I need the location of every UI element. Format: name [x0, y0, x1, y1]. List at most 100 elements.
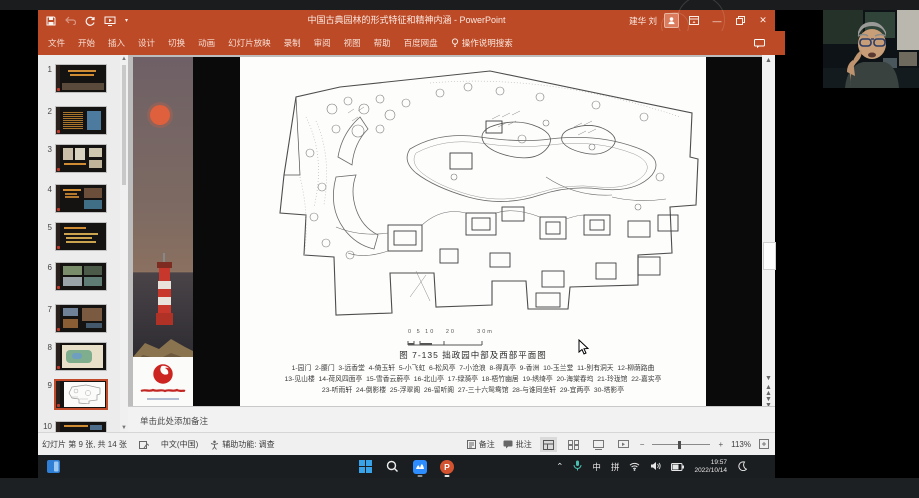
slide-thumbnail-10[interactable]: [56, 422, 106, 432]
slide-number: 3: [38, 145, 52, 154]
account-avatar-icon[interactable]: [664, 13, 679, 28]
reading-view-button[interactable]: [590, 437, 607, 452]
tab-file[interactable]: 文件: [48, 37, 65, 49]
taskbar-clock[interactable]: 19:57 2022/10/14: [694, 459, 727, 474]
slide-thumbnail-1[interactable]: [56, 65, 106, 92]
windows-taskbar: P ⌃ 中 拼 19:57 2022/10/14: [38, 455, 775, 478]
normal-view-button[interactable]: [540, 437, 557, 452]
speaker-icon[interactable]: [650, 458, 661, 476]
university-logo: [133, 357, 193, 406]
tab-transitions[interactable]: 切换: [168, 37, 185, 49]
scroll-up-icon[interactable]: ▲: [120, 56, 128, 62]
taskbar-time: 19:57: [711, 459, 727, 466]
thumbnail-row: 3: [38, 145, 128, 172]
plan-scale-label: 0 5 10 20 30m: [408, 329, 494, 335]
minimize-button[interactable]: —: [709, 13, 725, 28]
notes-placeholder[interactable]: 单击此处添加备注: [140, 415, 208, 427]
microphone-icon[interactable]: [573, 458, 582, 476]
ribbon-display-options-button[interactable]: [686, 13, 702, 28]
thumbnail-row: 7: [38, 305, 128, 332]
zoom-in-button[interactable]: +: [718, 440, 723, 449]
start-slideshow-icon[interactable]: [104, 16, 116, 26]
thumbnail-row: 10: [38, 422, 128, 432]
slide-thumbnail-8[interactable]: [56, 343, 106, 370]
screen: 中国古典园林的形式特征和精神内涵 - PowerPoint ▾ 建华 刘 — ✕…: [0, 0, 919, 498]
slide-canvas[interactable]: 0 5 10 20 30m 图 7-135 拙政园中部及西部平面图 1-园门 2…: [133, 57, 762, 406]
focus-assist-moon-icon[interactable]: [737, 458, 747, 476]
redo-icon[interactable]: [85, 16, 95, 26]
fit-to-window-button[interactable]: [759, 439, 769, 451]
battery-icon[interactable]: [671, 458, 684, 476]
accessibility-status[interactable]: 辅助功能: 调查: [210, 439, 274, 450]
tab-animations[interactable]: 动画: [198, 37, 215, 49]
editing-scrollbar[interactable]: ▲ ▼ ▲▲ ▼▼: [762, 55, 775, 406]
search-icon[interactable]: [385, 459, 400, 474]
scroll-up-icon[interactable]: ▲: [762, 55, 775, 67]
slide-number: 4: [38, 185, 52, 194]
notes-pane[interactable]: 单击此处添加备注: [128, 406, 775, 433]
tab-record[interactable]: 录制: [284, 37, 301, 49]
start-button[interactable]: [358, 459, 373, 474]
tray-expand-icon[interactable]: ⌃: [556, 461, 563, 472]
thumbnail-row: 5: [38, 223, 128, 250]
tab-home[interactable]: 开始: [78, 37, 95, 49]
plan-legend-line-2: 13-见山楼 14-荷风四面亭 15-雪香云蔚亭 16-北山亭 17-绿漪亭 1…: [240, 373, 706, 383]
garden-plan-image[interactable]: 0 5 10 20 30m 图 7-135 拙政园中部及西部平面图 1-园门 2…: [240, 57, 706, 406]
slide-thumbnail-4[interactable]: [56, 185, 106, 212]
taskbar-date: 2022/10/14: [694, 467, 727, 474]
tab-design[interactable]: 设计: [138, 37, 155, 49]
sunset-photo: [133, 57, 193, 272]
language-status[interactable]: 中文(中国): [161, 439, 198, 450]
slide-thumbnail-panel: 1 2 3: [38, 55, 128, 432]
undo-icon[interactable]: [65, 16, 76, 25]
zoom-out-button[interactable]: −: [640, 440, 645, 449]
powerpoint-taskbar-icon[interactable]: P: [439, 459, 454, 474]
zoom-slider[interactable]: [652, 444, 710, 445]
slide-thumbnail-7[interactable]: [56, 305, 106, 332]
wifi-icon[interactable]: [629, 458, 640, 476]
zoom-percentage[interactable]: 113%: [731, 440, 751, 449]
ime-language-indicator[interactable]: 中: [592, 461, 601, 473]
widgets-icon[interactable]: [46, 459, 61, 474]
zoom-slider-knob[interactable]: [678, 441, 681, 449]
slide-thumbnail-9-selected[interactable]: [56, 381, 106, 408]
figure-caption: 图 7-135 拙政园中部及西部平面图: [240, 349, 706, 361]
notes-button[interactable]: 备注: [467, 439, 495, 450]
title-bar: 中国古典园林的形式特征和精神内涵 - PowerPoint ▾ 建华 刘 — ✕: [38, 10, 775, 31]
ime-mode-indicator[interactable]: 拼: [611, 461, 620, 473]
tab-slideshow[interactable]: 幻灯片放映: [228, 37, 271, 49]
tab-view[interactable]: 视图: [344, 37, 361, 49]
slide-number: 7: [38, 305, 52, 314]
accessibility-icon: [210, 440, 219, 450]
slide-number: 2: [38, 107, 52, 116]
tab-insert[interactable]: 插入: [108, 37, 125, 49]
plan-legend-line-1: 1-园门 2-腰门 3-远香堂 4-倚玉轩 5-小飞虹 6-松风亭 7-小沧浪 …: [240, 362, 706, 372]
slide-sorter-view-button[interactable]: [565, 437, 582, 452]
save-icon[interactable]: [46, 16, 56, 26]
comments-button[interactable]: 批注: [503, 439, 532, 450]
qat-customize-icon[interactable]: ▾: [125, 17, 128, 24]
slide-number: 8: [38, 343, 52, 352]
close-button[interactable]: ✕: [755, 13, 771, 28]
restore-button[interactable]: [732, 13, 748, 28]
slide-thumbnail-5[interactable]: [56, 223, 106, 250]
slideshow-view-button[interactable]: [615, 437, 632, 452]
slide-thumbnail-2[interactable]: [56, 107, 106, 134]
spellcheck-icon[interactable]: [139, 440, 149, 450]
account-name[interactable]: 建华 刘: [629, 15, 657, 27]
tell-me-search[interactable]: 操作说明搜索: [451, 37, 513, 49]
tab-help[interactable]: 帮助: [374, 37, 391, 49]
slide-indicator[interactable]: 幻灯片 第 9 张, 共 14 张: [42, 439, 127, 450]
tencent-meeting-icon[interactable]: [412, 459, 427, 474]
thumbnail-scrollbar[interactable]: ▲ ▼: [120, 55, 128, 432]
slide-thumbnail-3[interactable]: [56, 145, 106, 172]
slide-number: 5: [38, 223, 52, 232]
tab-review[interactable]: 审阅: [314, 37, 331, 49]
slide-thumbnail-6[interactable]: [56, 263, 106, 290]
scroll-thumb[interactable]: [763, 242, 776, 270]
scroll-down-icon[interactable]: ▼: [120, 425, 128, 431]
comments-bubble-icon[interactable]: [754, 36, 765, 54]
tab-baidu-netdisk[interactable]: 百度网盘: [404, 37, 438, 49]
participant-webcam[interactable]: [823, 10, 919, 88]
scroll-thumb[interactable]: [122, 65, 126, 185]
